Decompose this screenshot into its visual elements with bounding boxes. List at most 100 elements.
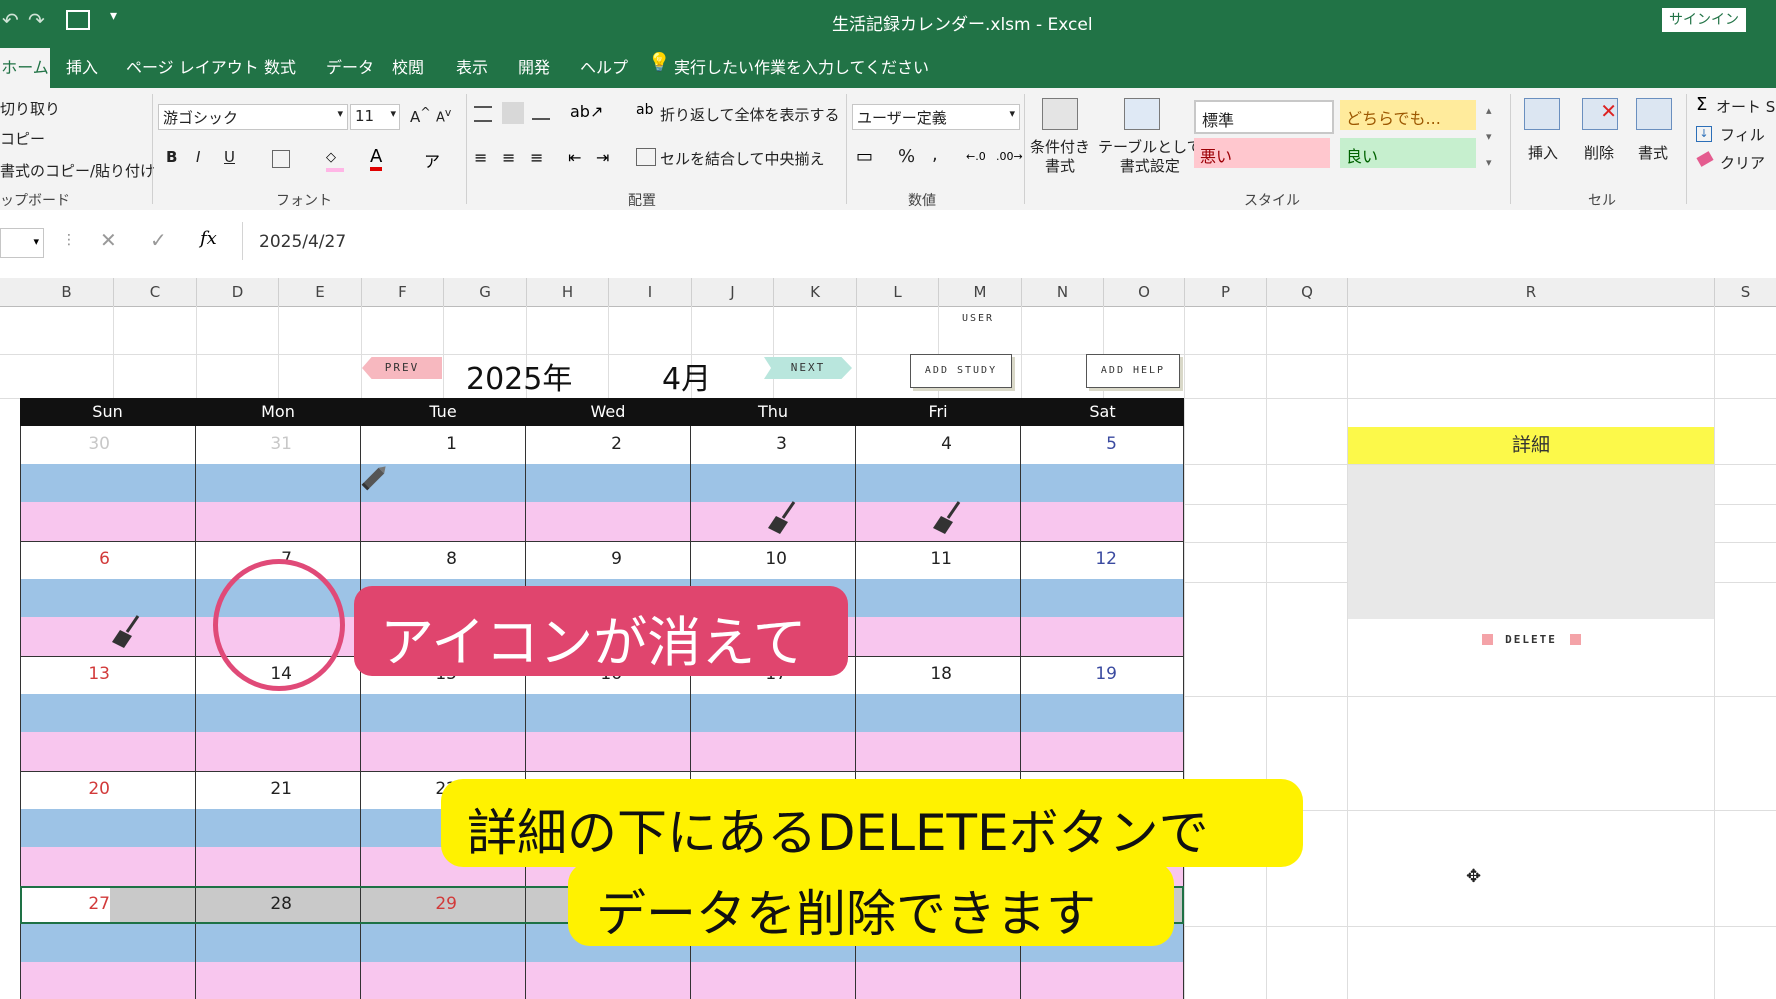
tab-data[interactable]: データ xyxy=(326,54,374,78)
date-cell[interactable]: 9 xyxy=(526,549,622,569)
date-cell[interactable]: 8 xyxy=(361,549,457,569)
style-good[interactable]: 良い xyxy=(1340,138,1476,168)
detail-body[interactable] xyxy=(1348,465,1714,619)
format-cells-button[interactable]: 書式 xyxy=(1638,142,1668,163)
column-header[interactable]: C xyxy=(114,278,197,306)
font-name-select[interactable]: 游ゴシック ▾ xyxy=(158,104,348,130)
style-bad[interactable]: 悪い xyxy=(1194,138,1330,168)
date-cell[interactable]: 20 xyxy=(20,779,110,799)
redo-icon[interactable]: ↷ xyxy=(28,8,45,32)
column-header[interactable]: G xyxy=(444,278,527,306)
column-header[interactable]: R xyxy=(1348,278,1715,306)
percent-button[interactable]: % xyxy=(898,146,915,167)
number-format-select[interactable]: ユーザー定義 ▾ xyxy=(852,104,1020,130)
tab-formulas[interactable]: 数式 xyxy=(264,54,296,78)
date-cell[interactable]: 3 xyxy=(691,434,787,454)
align-middle-icon[interactable] xyxy=(502,102,524,124)
broom-icon[interactable] xyxy=(931,500,965,536)
copy-button[interactable]: コピー xyxy=(0,128,45,149)
date-cell[interactable]: 29 xyxy=(361,894,457,914)
insert-cells-button[interactable]: 挿入 xyxy=(1528,142,1558,163)
fx-icon[interactable]: fx xyxy=(200,228,217,249)
style-normal[interactable]: 標準 xyxy=(1194,100,1334,134)
column-header[interactable]: B xyxy=(20,278,114,306)
conditional-format-button[interactable]: 条件付き 書式 xyxy=(1030,138,1090,176)
column-header[interactable]: S xyxy=(1715,278,1776,306)
decrease-indent-icon[interactable]: ⇤ xyxy=(568,148,581,167)
delete-cells-button[interactable]: 削除 xyxy=(1584,142,1614,163)
undo-icon[interactable]: ↶ xyxy=(2,8,19,32)
tell-me-input[interactable]: 実行したい作業を入力してください xyxy=(674,54,929,78)
date-cell[interactable]: 4 xyxy=(856,434,952,454)
orientation-icon[interactable]: ab↗ xyxy=(570,102,603,121)
tab-view[interactable]: 表示 xyxy=(456,54,488,78)
grow-font-icon[interactable]: A^ xyxy=(410,104,431,126)
merge-center-button[interactable]: セルを結合して中央揃え xyxy=(660,148,825,169)
date-cell[interactable]: 30 xyxy=(20,434,110,454)
format-painter-button[interactable]: 書式のコピー/貼り付け xyxy=(0,160,155,181)
date-cell[interactable]: 21 xyxy=(196,779,292,799)
next-button[interactable]: NEXT xyxy=(764,357,852,379)
date-cell[interactable]: 5 xyxy=(1021,434,1117,454)
date-cell[interactable]: 19 xyxy=(1021,664,1117,684)
comma-button[interactable]: , xyxy=(932,144,938,165)
cancel-icon[interactable]: ✕ xyxy=(100,228,117,252)
date-cell[interactable]: 1 xyxy=(361,434,457,454)
font-color-icon[interactable]: A xyxy=(370,146,383,171)
tab-insert[interactable]: 挿入 xyxy=(66,54,98,78)
column-header[interactable]: E xyxy=(279,278,362,306)
prev-button[interactable]: PREV xyxy=(362,357,442,379)
column-header[interactable]: D xyxy=(197,278,279,306)
date-cell[interactable]: 18 xyxy=(856,664,952,684)
date-cell[interactable]: 13 xyxy=(20,664,110,684)
decrease-decimal-icon[interactable]: .00→ xyxy=(996,150,1023,163)
formula-input[interactable]: 2025/4/27 xyxy=(242,222,1773,260)
fill-color-icon[interactable]: ◇ xyxy=(326,150,344,172)
column-header[interactable]: Q xyxy=(1267,278,1348,306)
style-neutral[interactable]: どちらでも... xyxy=(1340,100,1476,130)
date-cell[interactable]: 11 xyxy=(856,549,952,569)
tab-review[interactable]: 校閲 xyxy=(392,54,424,78)
styles-scroll-icon[interactable]: ▴ ▾ ▾ xyxy=(1486,98,1492,176)
align-top-icon[interactable] xyxy=(474,106,492,122)
shrink-font-icon[interactable]: Av xyxy=(436,106,451,125)
increase-decimal-icon[interactable]: ←.0 xyxy=(966,150,986,163)
clear-button[interactable]: クリア xyxy=(1720,152,1765,173)
borders-icon[interactable] xyxy=(272,150,290,168)
confirm-icon[interactable]: ✓ xyxy=(150,228,167,252)
date-cell[interactable]: 28 xyxy=(196,894,292,914)
date-cell[interactable]: 31 xyxy=(196,434,292,454)
date-cell[interactable]: 12 xyxy=(1021,549,1117,569)
align-bottom-icon[interactable] xyxy=(532,106,550,120)
font-size-select[interactable]: 11 ▾ xyxy=(350,104,400,130)
bold-button[interactable]: B xyxy=(166,148,177,166)
column-header[interactable]: P xyxy=(1185,278,1267,306)
fill-button[interactable]: フィル xyxy=(1720,124,1765,145)
italic-button[interactable]: I xyxy=(196,148,200,166)
add-help-button[interactable]: ADD HELP xyxy=(1086,354,1180,388)
column-header[interactable]: K xyxy=(774,278,857,306)
date-cell[interactable]: 10 xyxy=(691,549,787,569)
underline-button[interactable]: U xyxy=(224,148,235,166)
date-cell[interactable]: 2 xyxy=(526,434,622,454)
autosum-button[interactable]: オート SU xyxy=(1716,96,1776,117)
column-header[interactable]: I xyxy=(609,278,692,306)
tab-help[interactable]: ヘルプ xyxy=(580,54,628,78)
column-header[interactable]: L xyxy=(857,278,939,306)
column-header[interactable]: J xyxy=(692,278,774,306)
wrap-text-button[interactable]: 折り返して全体を表示する xyxy=(660,104,840,125)
qat-dropdown-icon[interactable]: ▾ xyxy=(110,8,117,24)
broom-icon[interactable] xyxy=(766,500,800,536)
currency-icon[interactable]: ▭ xyxy=(856,146,873,167)
column-header[interactable]: O xyxy=(1104,278,1185,306)
name-box[interactable]: ▾ xyxy=(0,228,44,258)
date-cell[interactable]: 27 xyxy=(20,894,110,914)
column-header[interactable]: F xyxy=(362,278,444,306)
column-header[interactable]: N xyxy=(1022,278,1104,306)
table-icon[interactable] xyxy=(66,10,90,30)
column-header[interactable]: H xyxy=(527,278,609,306)
align-left-icon[interactable]: ≡ xyxy=(474,148,487,167)
pencil-icon[interactable] xyxy=(358,460,392,494)
column-header[interactable]: M xyxy=(939,278,1022,306)
cut-button[interactable]: 切り取り xyxy=(0,98,60,119)
